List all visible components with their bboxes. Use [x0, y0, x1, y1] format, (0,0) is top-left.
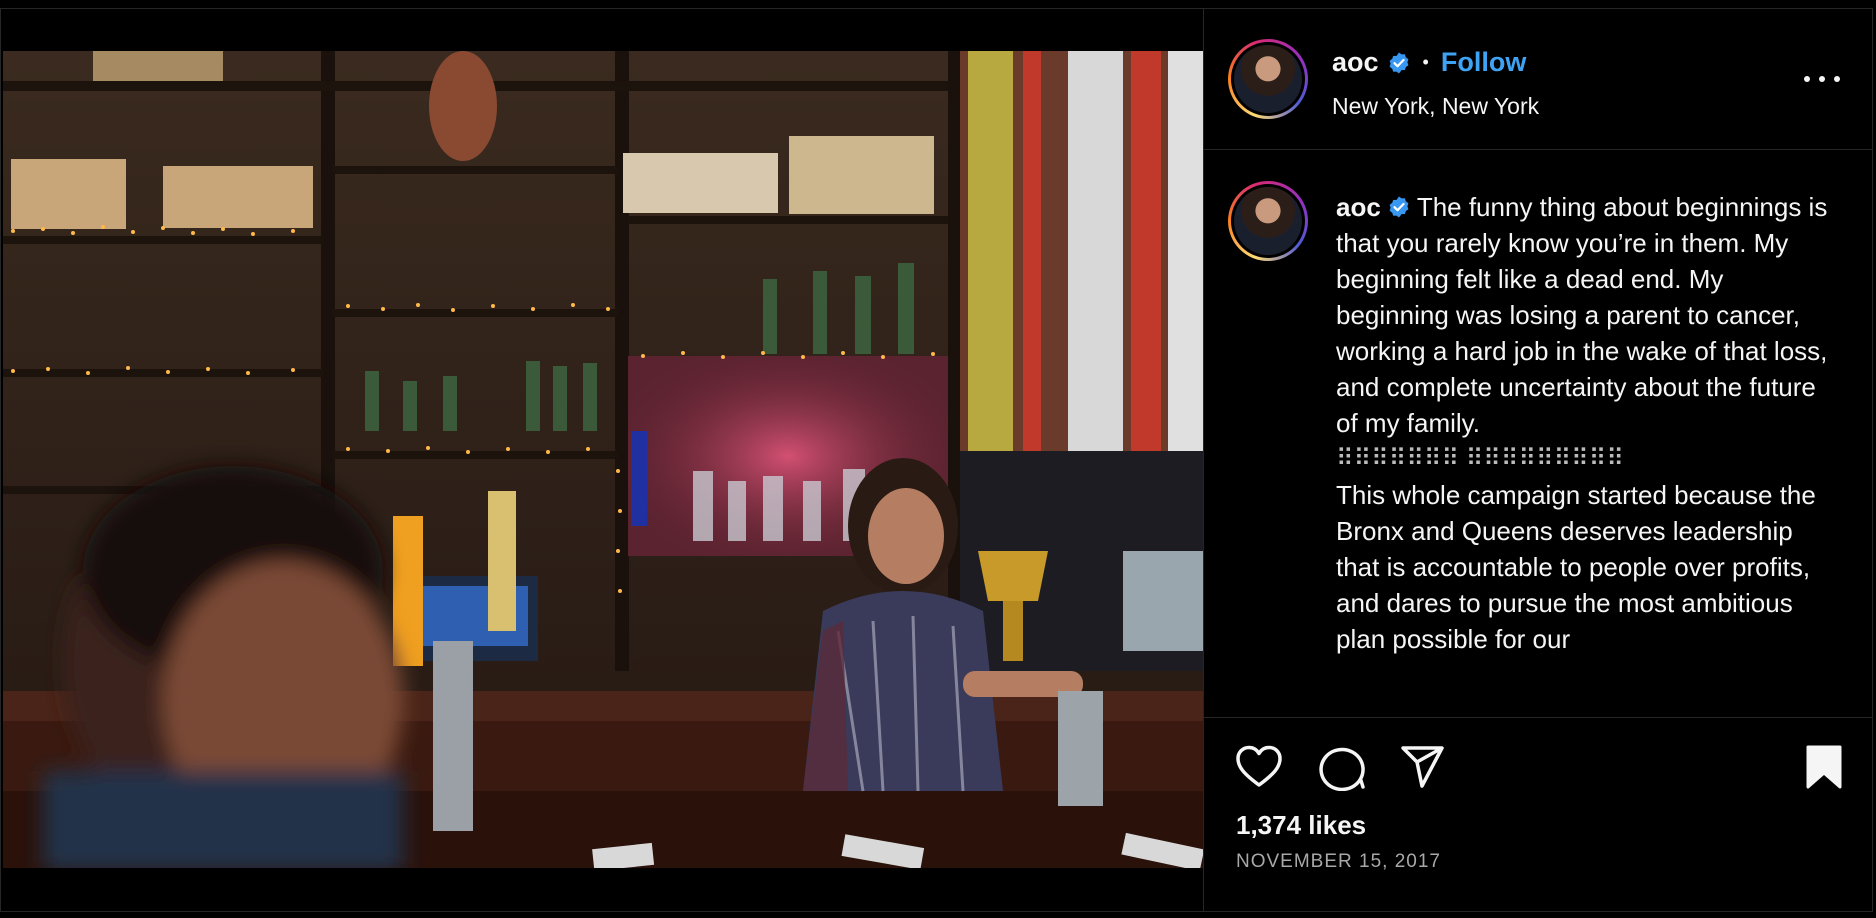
- paper-plane-icon[interactable]: [1398, 743, 1448, 791]
- follow-button[interactable]: Follow: [1441, 47, 1526, 78]
- post-header: aoc • Follow New York, New York: [1204, 9, 1872, 150]
- post-location[interactable]: New York, New York: [1332, 93, 1539, 120]
- verified-badge-icon: [1387, 195, 1411, 219]
- more-options-icon[interactable]: [1804, 73, 1840, 85]
- author-line: aoc • Follow: [1332, 47, 1526, 78]
- post-actions-bar: [1234, 743, 1844, 792]
- post-media-area: [0, 8, 1203, 912]
- caption-separator-glyphs: ⠿⠿⠿⠿⠿⠿⠿ ⠿⠿⠿⠿⠿⠿⠿⠿⠿: [1336, 445, 1624, 472]
- comment-icon[interactable]: [1318, 743, 1368, 792]
- verified-badge-icon: [1387, 51, 1411, 75]
- caption-area[interactable]: aoc The funny thing about beginnings is …: [1204, 151, 1872, 718]
- post-details-panel: aoc • Follow New York, New York aoc The …: [1203, 8, 1873, 912]
- caption-text: The funny thing about beginnings is that…: [1336, 192, 1828, 438]
- post-date: NOVEMBER 15, 2017: [1236, 851, 1441, 872]
- author-username[interactable]: aoc: [1332, 47, 1379, 78]
- bookmark-icon[interactable]: [1800, 743, 1850, 791]
- caption-paragraph: aoc The funny thing about beginnings is …: [1336, 189, 1836, 441]
- caption-author-avatar[interactable]: [1228, 181, 1308, 261]
- likes-count[interactable]: 1,374 likes: [1236, 810, 1366, 841]
- caption-text: This whole campaign started because the …: [1336, 480, 1816, 654]
- caption-username[interactable]: aoc: [1336, 192, 1381, 222]
- post-photo[interactable]: [3, 51, 1203, 868]
- post-caption: aoc The funny thing about beginnings is …: [1336, 189, 1836, 657]
- instagram-post-window: aoc • Follow New York, New York aoc The …: [0, 0, 1876, 918]
- separator-dot: •: [1422, 52, 1429, 72]
- bar-scene-image: [3, 51, 1203, 868]
- author-avatar[interactable]: [1228, 39, 1308, 119]
- heart-icon[interactable]: [1234, 743, 1284, 791]
